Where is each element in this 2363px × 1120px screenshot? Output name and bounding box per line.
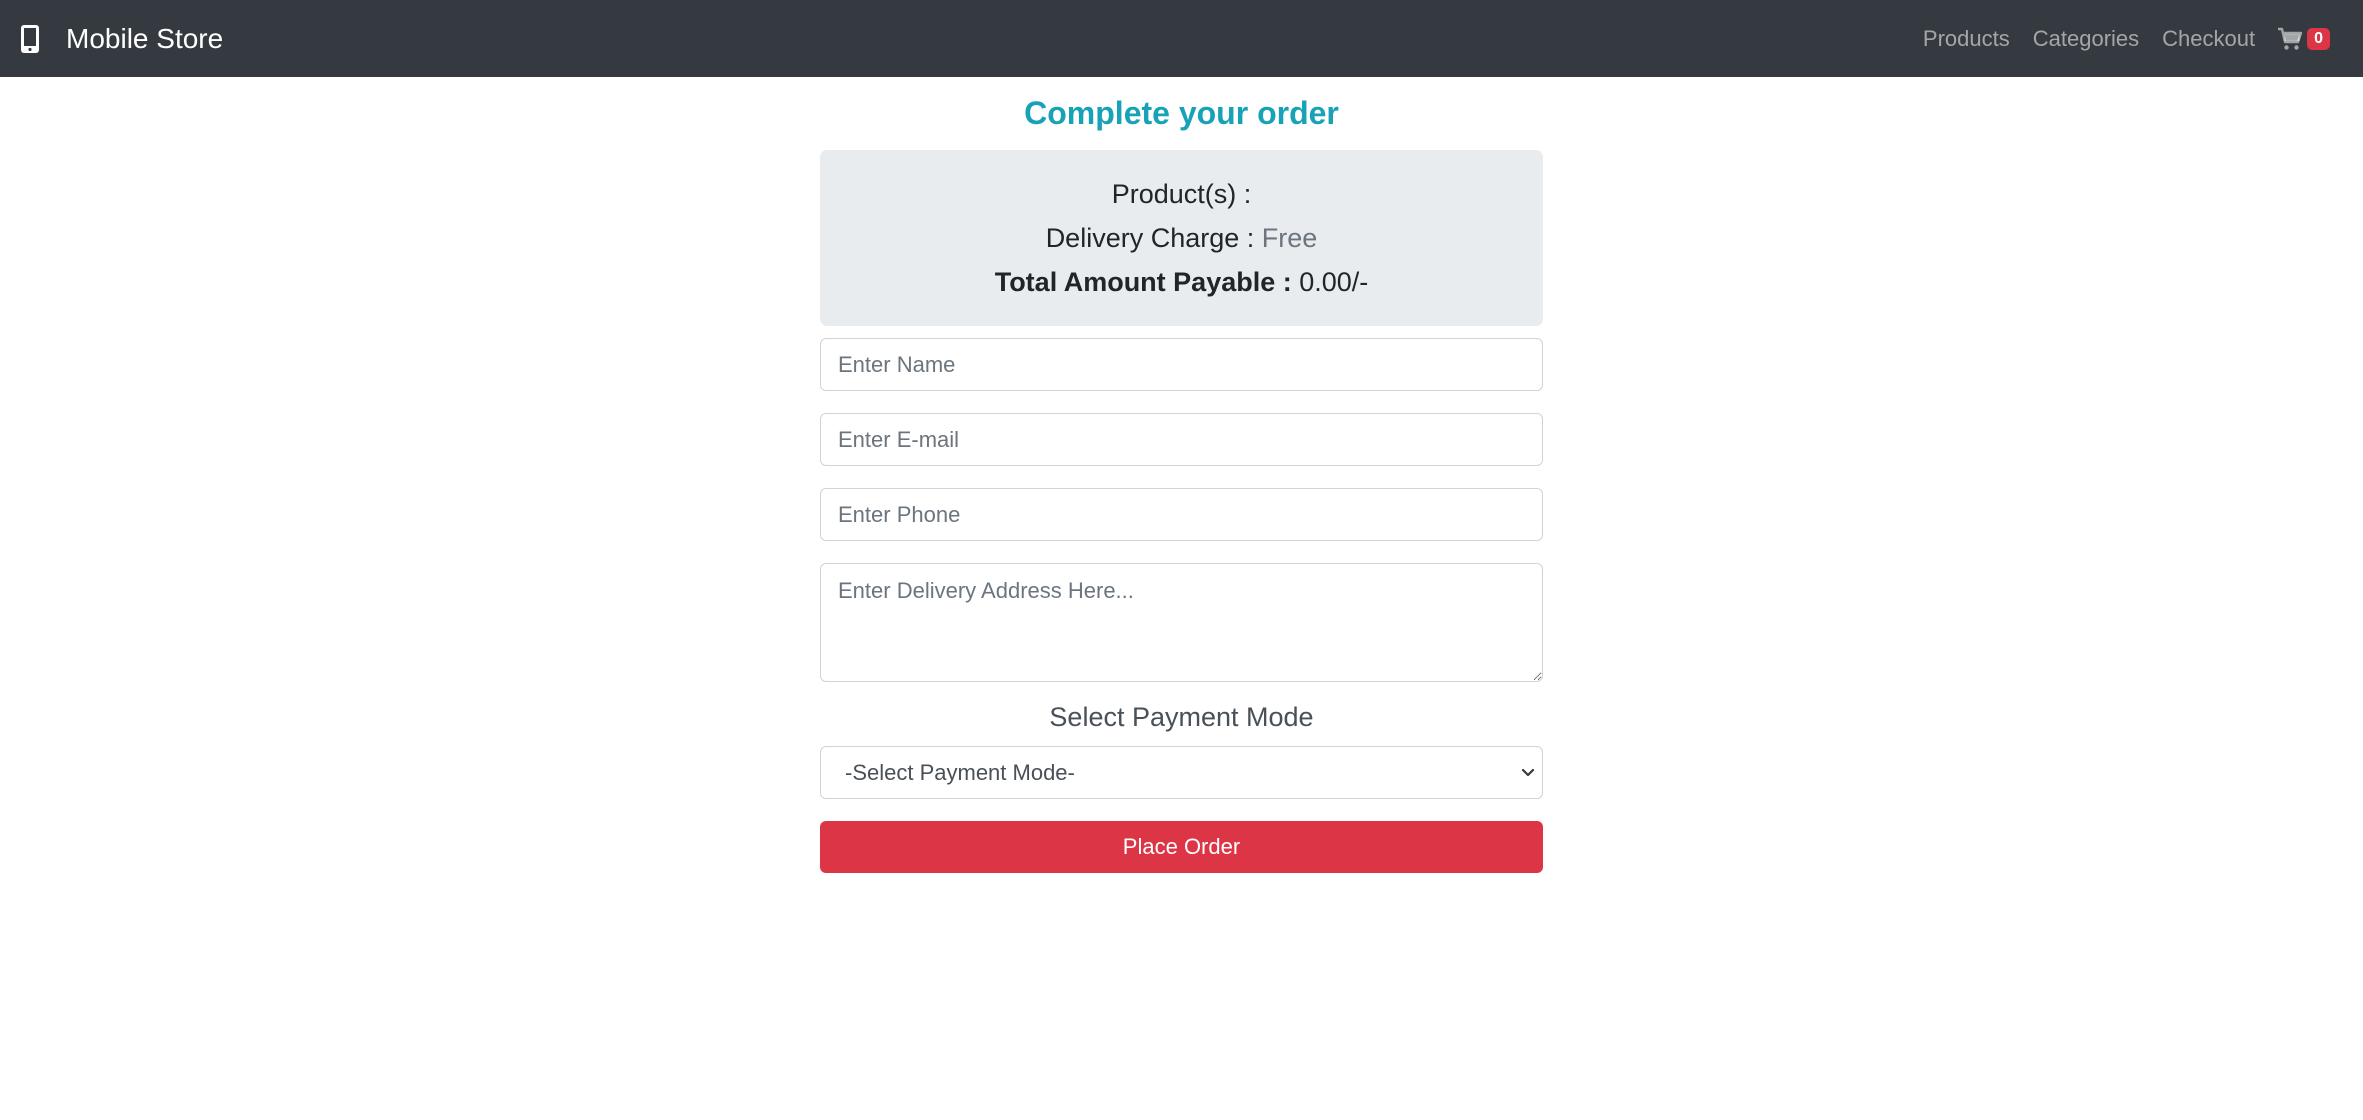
cart-count-badge: 0 (2307, 27, 2330, 50)
payment-mode-select[interactable]: -Select Payment Mode- (820, 746, 1543, 799)
chevron-down-icon (1520, 764, 1536, 780)
total-line: Total Amount Payable : 0.00/- (820, 260, 1543, 304)
total-value: 0.00/- (1299, 267, 1369, 297)
shopping-cart-icon (2277, 26, 2305, 52)
products-line: Product(s) : (820, 172, 1543, 216)
place-order-button[interactable]: Place Order (820, 821, 1543, 873)
navbar: Mobile Store Products Categories Checkou… (0, 0, 2363, 77)
checkout-container: Complete your order Product(s) : Deliver… (820, 77, 1543, 873)
nav-links: Products Categories Checkout 0 (1900, 26, 2330, 52)
brand-name: Mobile Store (66, 22, 224, 54)
delivery-label: Delivery Charge : (1045, 223, 1255, 253)
payment-mode-selected: -Select Payment Mode- (845, 759, 1075, 785)
products-label: Product(s) : (1111, 179, 1252, 209)
cart-button[interactable]: 0 (2277, 26, 2330, 52)
page-title: Complete your order (1024, 95, 1339, 131)
delivery-value: Free (1261, 223, 1318, 253)
delivery-line: Delivery Charge : Free (820, 216, 1543, 260)
nav-link-checkout[interactable]: Checkout (2162, 26, 2255, 52)
nav-link-categories[interactable]: Categories (2033, 26, 2139, 52)
total-label: Total Amount Payable : (994, 267, 1292, 297)
mobile-phone-icon (20, 22, 46, 56)
order-summary: Product(s) : Delivery Charge : Free Tota… (820, 150, 1543, 326)
phone-input[interactable] (820, 488, 1543, 541)
payment-mode-label: Select Payment Mode (1049, 702, 1314, 732)
brand-link[interactable]: Mobile Store (20, 22, 223, 56)
name-input[interactable] (820, 338, 1543, 391)
email-input[interactable] (820, 413, 1543, 466)
nav-link-products[interactable]: Products (1923, 26, 2010, 52)
address-textarea[interactable] (820, 563, 1543, 682)
